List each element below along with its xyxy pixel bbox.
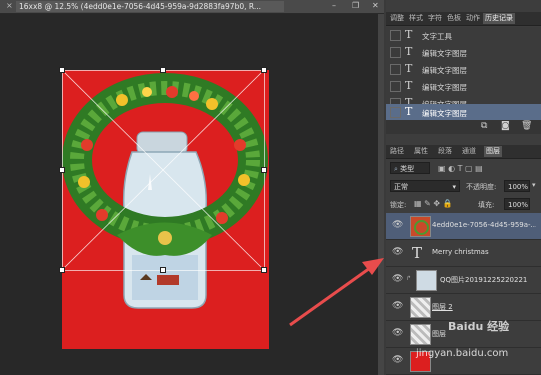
baidu-watermark: Baidu 经验 jingyan.baidu.com <box>408 318 538 368</box>
watermark-brand: Baidu 经验 <box>448 320 510 333</box>
watermark-url: jingyan.baidu.com <box>416 348 509 359</box>
